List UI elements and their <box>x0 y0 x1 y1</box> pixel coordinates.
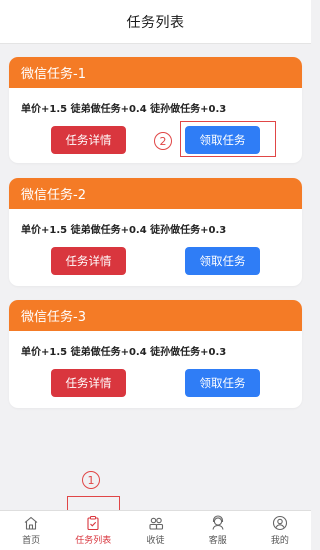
tab-home[interactable]: 首页 <box>0 511 62 550</box>
task-reward-text: 单价+1.5 徒弟做任务+0.4 徒孙做任务+0.3 <box>21 225 227 236</box>
tab-label: 首页 <box>22 536 41 546</box>
task-reward-text: 单价+1.5 徒弟做任务+0.4 徒孙做任务+0.3 <box>21 347 227 358</box>
header-bar: 任务列表 <box>0 0 311 44</box>
bottom-tab-bar: 首页 任务列表 收徒 客服 我的 <box>0 510 311 550</box>
tab-task-list[interactable]: 任务列表 <box>62 511 124 550</box>
task-title: 微信任务-3 <box>21 310 86 325</box>
users-icon <box>148 517 163 530</box>
tab-recruit[interactable]: 收徒 <box>124 511 186 550</box>
task-card-header: 微信任务-2 <box>9 178 302 209</box>
annotation-marker-1: 1 <box>82 471 100 489</box>
headset-icon <box>212 515 224 530</box>
task-title: 微信任务-2 <box>21 188 86 203</box>
annotation-highlight-box <box>180 121 276 157</box>
task-card-header: 微信任务-1 <box>9 57 302 88</box>
task-detail-button[interactable]: 任务详情 <box>51 369 126 397</box>
page-title: 任务列表 <box>126 14 185 31</box>
task-title: 微信任务-1 <box>21 67 86 82</box>
home-icon <box>24 516 38 530</box>
tab-label: 我的 <box>270 536 289 546</box>
task-detail-button[interactable]: 任务详情 <box>51 247 126 275</box>
clipboard-icon <box>87 516 99 531</box>
task-card-2: 微信任务-2 单价+1.5 徒弟做任务+0.4 徒孙做任务+0.3 任务详情 领… <box>9 178 302 286</box>
user-icon <box>272 515 287 531</box>
task-card-3: 微信任务-3 单价+1.5 徒弟做任务+0.4 徒孙做任务+0.3 任务详情 领… <box>9 300 302 408</box>
tab-label: 收徒 <box>146 536 165 546</box>
task-card-header: 微信任务-3 <box>9 300 302 331</box>
tab-customer-service[interactable]: 客服 <box>187 511 249 550</box>
tab-label: 任务列表 <box>75 536 112 546</box>
tab-profile[interactable]: 我的 <box>249 511 311 550</box>
tab-label: 客服 <box>208 536 227 546</box>
task-detail-button[interactable]: 任务详情 <box>51 126 126 154</box>
task-reward-text: 单价+1.5 徒弟做任务+0.4 徒孙做任务+0.3 <box>21 104 227 115</box>
claim-task-button[interactable]: 领取任务 <box>185 247 260 275</box>
annotation-marker-2: 2 <box>154 132 172 150</box>
claim-task-button[interactable]: 领取任务 <box>185 369 260 397</box>
